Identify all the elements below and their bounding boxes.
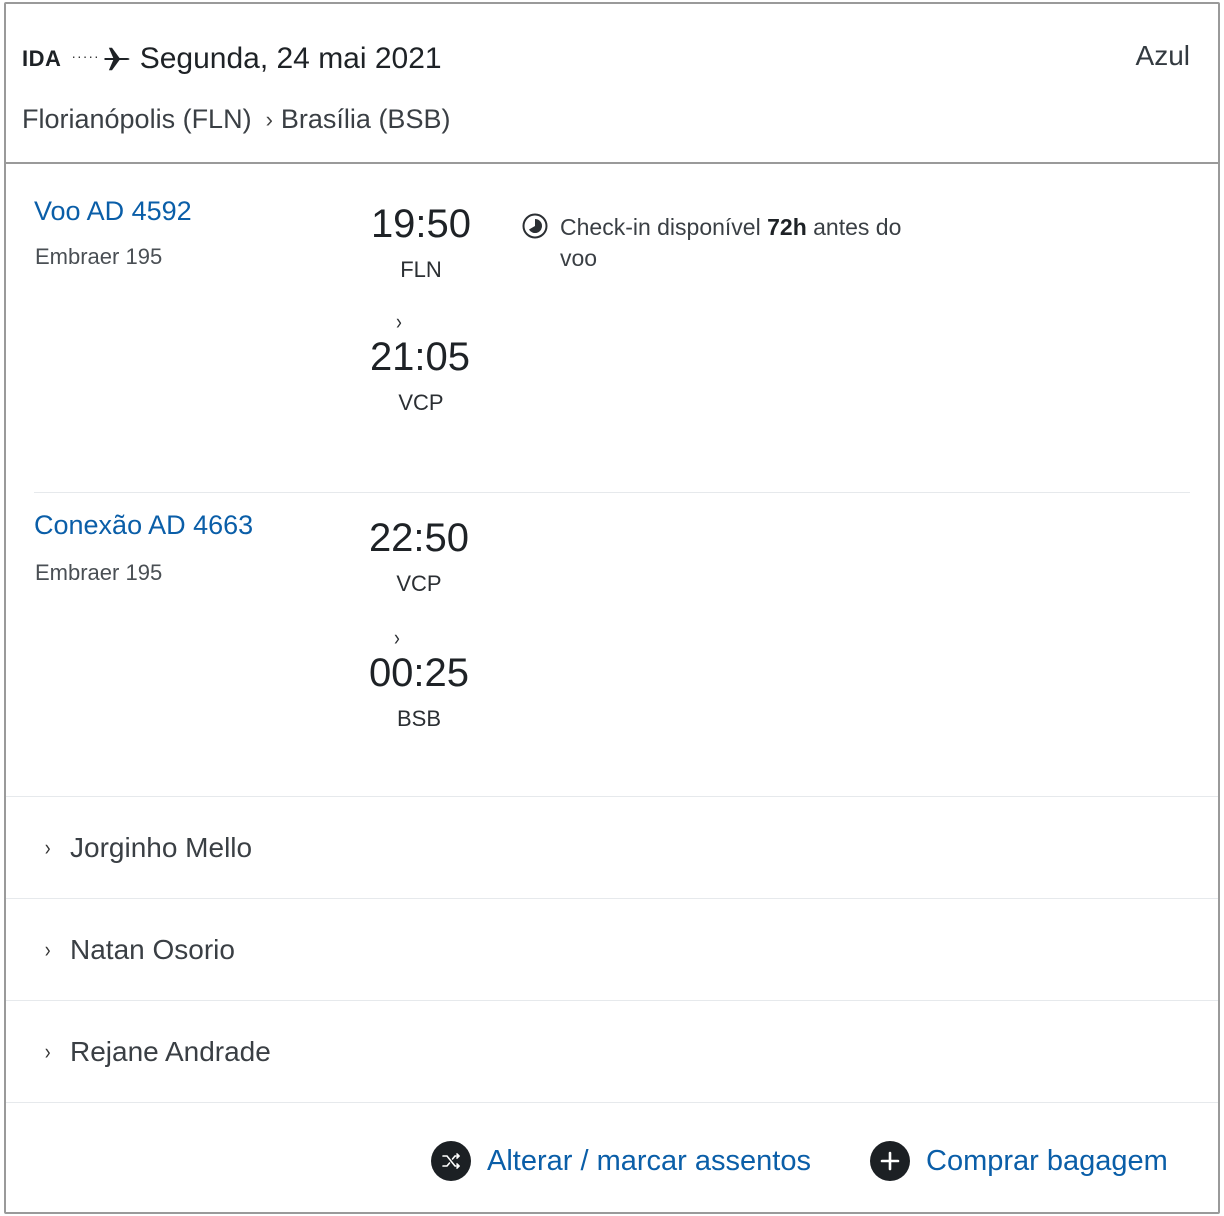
chevron-right-icon: ›: [396, 309, 402, 334]
buy-baggage-button[interactable]: Comprar bagagem: [870, 1141, 1168, 1181]
airline-name: Azul: [1135, 40, 1190, 71]
chevron-right-icon: ›: [394, 625, 400, 650]
dotted-line: ·····: [71, 48, 100, 64]
clock-icon: [522, 213, 548, 239]
departure-time: 22:50: [368, 516, 470, 560]
flight-number-link[interactable]: Conexão AD 4663: [34, 510, 253, 541]
flight-number-link[interactable]: Voo AD 4592: [34, 196, 192, 227]
checkin-hours: 72h: [767, 214, 807, 240]
arrival-airport: BSB: [396, 706, 442, 731]
route-separator: ›: [265, 106, 273, 132]
trip-date: Segunda, 24 mai 2021: [139, 42, 442, 75]
chevron-right-icon: ›: [44, 1038, 51, 1064]
departure-airport: VCP: [396, 571, 442, 596]
route: Florianópolis (FLN) › Brasília (BSB): [22, 104, 450, 135]
divider: [34, 492, 1190, 493]
flight-card: IDA ····· Segunda, 24 mai 2021 Azul Flor…: [4, 2, 1220, 1214]
passenger-name: Rejane Andrade: [70, 1035, 271, 1067]
passenger-name: Jorginho Mello: [70, 831, 253, 863]
route-destination: Brasília (BSB): [280, 104, 451, 134]
trip-header: IDA ····· Segunda, 24 mai 2021 Azul Flor…: [6, 4, 1218, 164]
aircraft-type: Embraer 195: [35, 244, 163, 269]
chevron-right-icon: ›: [44, 834, 51, 860]
passenger-row[interactable]: › Jorginho Mello: [6, 796, 1218, 898]
checkin-info: Check-in disponível 72h antes do voo: [522, 212, 920, 274]
trip-date-line: IDA ····· Segunda, 24 mai 2021: [22, 42, 442, 76]
direction-label: IDA: [22, 46, 62, 71]
departure-time: 19:50: [370, 202, 472, 246]
change-seats-label: Alterar / marcar assentos: [487, 1144, 811, 1177]
flight-segment: Conexão AD 4663 Embraer 195 22:50 VCP › …: [6, 494, 1218, 799]
arrival-airport: VCP: [398, 390, 444, 415]
plus-icon: [870, 1141, 910, 1181]
departure-airport: FLN: [400, 257, 442, 282]
segment-times: 19:50 FLN › 21:05 VCP: [336, 202, 506, 416]
aircraft-type: Embraer 195: [35, 560, 163, 585]
plane-icon: [102, 44, 132, 74]
flight-segment: Voo AD 4592 Embraer 195 19:50 FLN › 21:0…: [6, 164, 1218, 494]
route-origin: Florianópolis (FLN): [22, 104, 252, 134]
segment-times: 22:50 VCP › 00:25 BSB: [334, 516, 504, 732]
chevron-right-icon: ›: [44, 936, 51, 962]
change-seats-button[interactable]: Alterar / marcar assentos: [431, 1141, 811, 1181]
buy-baggage-label: Comprar bagagem: [926, 1144, 1168, 1177]
passenger-row[interactable]: › Rejane Andrade: [6, 1000, 1218, 1102]
checkin-text: Check-in disponível 72h antes do voo: [560, 214, 902, 271]
shuffle-icon: [431, 1141, 471, 1181]
arrival-time: 21:05: [369, 335, 471, 379]
passenger-row[interactable]: › Natan Osorio: [6, 898, 1218, 1000]
passenger-name: Natan Osorio: [70, 933, 235, 965]
card-footer: Alterar / marcar assentos Comprar bagage…: [6, 1102, 1218, 1214]
arrival-time: 00:25: [368, 651, 470, 695]
